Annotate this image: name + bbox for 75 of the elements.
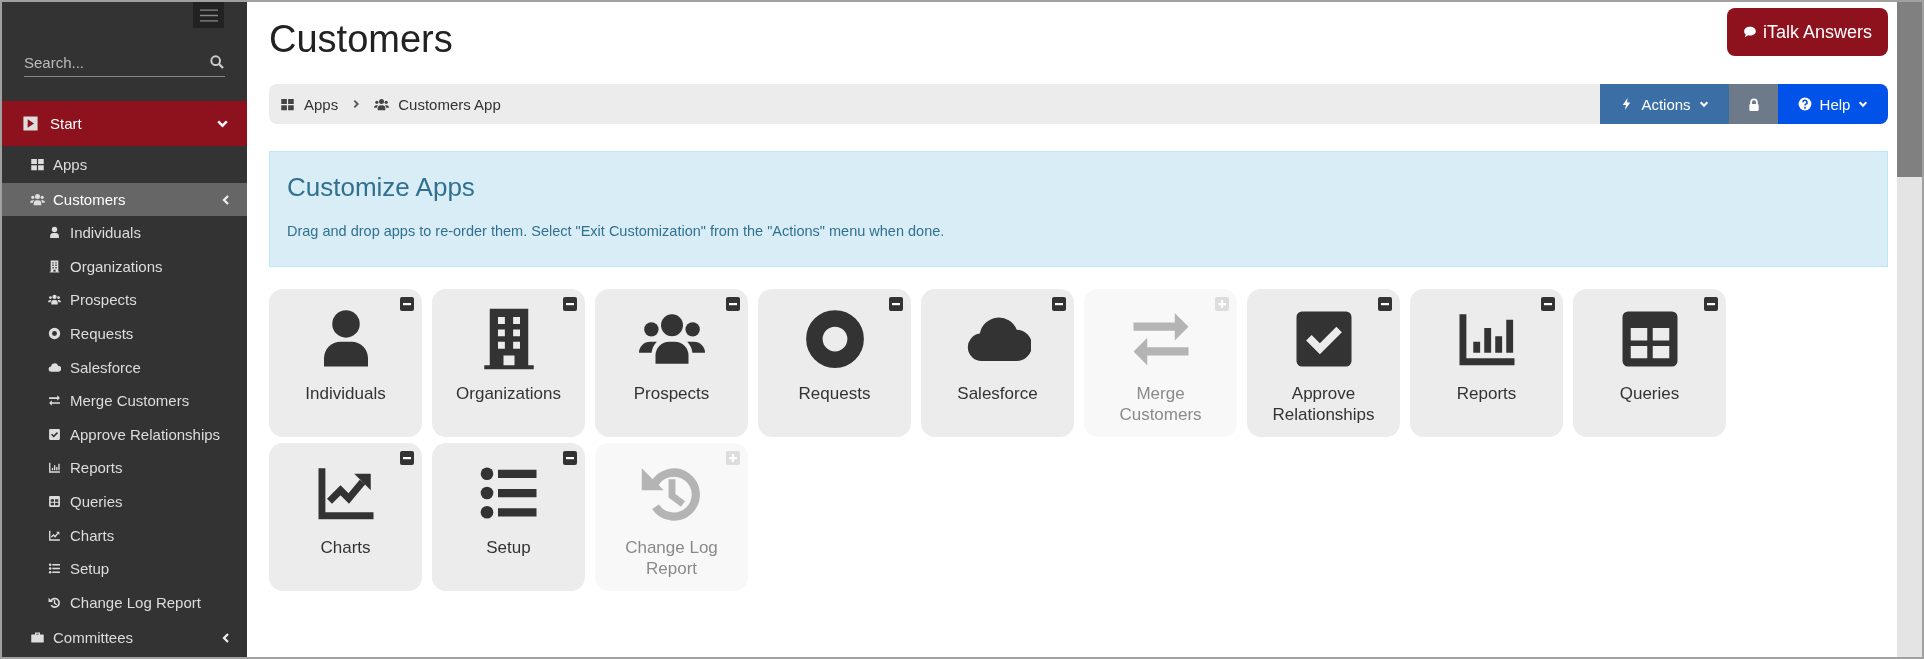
menu-icon <box>199 8 218 22</box>
users-icon <box>30 192 45 207</box>
caret-icon <box>1698 99 1709 109</box>
nav-item[interactable]: Requests <box>2 316 247 351</box>
arrows-icon <box>48 394 61 408</box>
italk-answers-button[interactable]: iTalk Answers <box>1726 8 1888 56</box>
nav-item[interactable]: Queries <box>2 484 247 519</box>
breadcrumb-link[interactable]: Customers App <box>398 95 501 113</box>
line-chart-icon <box>48 528 61 542</box>
menu-button[interactable] <box>193 2 224 28</box>
grid-icon <box>280 96 295 112</box>
cloud-icon <box>48 360 61 374</box>
help-button[interactable]: Help <box>1778 84 1888 124</box>
nav-item[interactable]: Reports <box>2 451 247 485</box>
help-icon <box>1797 97 1812 111</box>
history-icon <box>48 595 61 609</box>
nav-item[interactable]: Customers <box>2 183 247 216</box>
chat-bubble-icon <box>1742 25 1757 39</box>
remove-icon[interactable] <box>563 297 577 311</box>
lock-icon <box>1746 96 1761 112</box>
alert-title: Customize Apps <box>287 172 476 203</box>
chevron-icon <box>220 631 232 644</box>
scrollbar[interactable] <box>1897 2 1922 657</box>
nav-item[interactable]: Salesforce <box>2 350 247 384</box>
app-tile[interactable]: Salesforce <box>921 289 1074 437</box>
app-tile[interactable]: Requests <box>758 289 911 437</box>
nav-item[interactable]: Setup <box>2 551 247 586</box>
building-icon <box>48 259 61 273</box>
remove-icon[interactable] <box>1052 297 1066 311</box>
page-title: Customers <box>269 18 453 61</box>
start-menu-item[interactable]: Start <box>2 101 247 146</box>
remove-icon[interactable] <box>889 297 903 311</box>
caret-icon <box>1858 99 1869 109</box>
remove-icon[interactable] <box>1378 297 1392 311</box>
nav-item[interactable]: Committees <box>2 621 247 655</box>
lock-button[interactable] <box>1729 84 1778 124</box>
nav-item[interactable]: Apps <box>2 148 247 181</box>
app-tile[interactable]: Individuals <box>269 289 422 437</box>
bar-chart-icon <box>48 461 61 475</box>
users-icon <box>48 293 61 307</box>
remove-icon[interactable] <box>563 451 577 465</box>
app-tile[interactable]: Reports <box>1410 289 1563 437</box>
life-ring-icon <box>48 327 61 341</box>
person-icon <box>48 226 61 240</box>
nav-item[interactable]: Merge Customers <box>2 383 247 418</box>
search-icon <box>209 54 225 70</box>
remove-icon[interactable] <box>1704 297 1718 311</box>
grid-icon <box>30 157 45 172</box>
remove-icon[interactable] <box>1541 297 1555 311</box>
search-field[interactable]: Search... <box>24 48 209 76</box>
nav-item[interactable]: Approve Relationships <box>2 417 247 452</box>
table-icon <box>48 495 61 509</box>
app-tile[interactable]: Charts <box>269 443 422 591</box>
app-tile[interactable]: Organizations <box>432 289 585 437</box>
checkbox-icon <box>48 427 61 441</box>
actions-button[interactable]: Actions <box>1600 84 1729 124</box>
app-tile[interactable]: Queries <box>1573 289 1726 437</box>
users-icon <box>374 96 390 112</box>
play-icon <box>22 115 39 132</box>
app-tile[interactable]: Prospects <box>595 289 748 437</box>
alert-text: Drag and drop apps to re-order them. Select "Exit Customization" from the "Actions" menu when done. <box>287 223 946 239</box>
app-tile[interactable]: Setup <box>432 443 585 591</box>
remove-icon[interactable] <box>400 451 414 465</box>
breadcrumb-link[interactable]: Apps <box>304 95 339 113</box>
app-tile[interactable]: Approve Relationships <box>1247 289 1400 437</box>
remove-icon[interactable] <box>400 297 414 311</box>
nav-item[interactable]: Charts <box>2 518 247 552</box>
nav-item[interactable]: Individuals <box>2 216 247 250</box>
chevron-icon <box>220 193 232 206</box>
nav-item[interactable]: Change Log Report <box>2 585 247 620</box>
remove-icon[interactable] <box>726 297 740 311</box>
nav-item[interactable]: Prospects <box>2 283 247 317</box>
list-icon <box>48 562 61 576</box>
nav-item[interactable]: Organizations <box>2 249 247 284</box>
briefcase-icon <box>30 630 45 646</box>
